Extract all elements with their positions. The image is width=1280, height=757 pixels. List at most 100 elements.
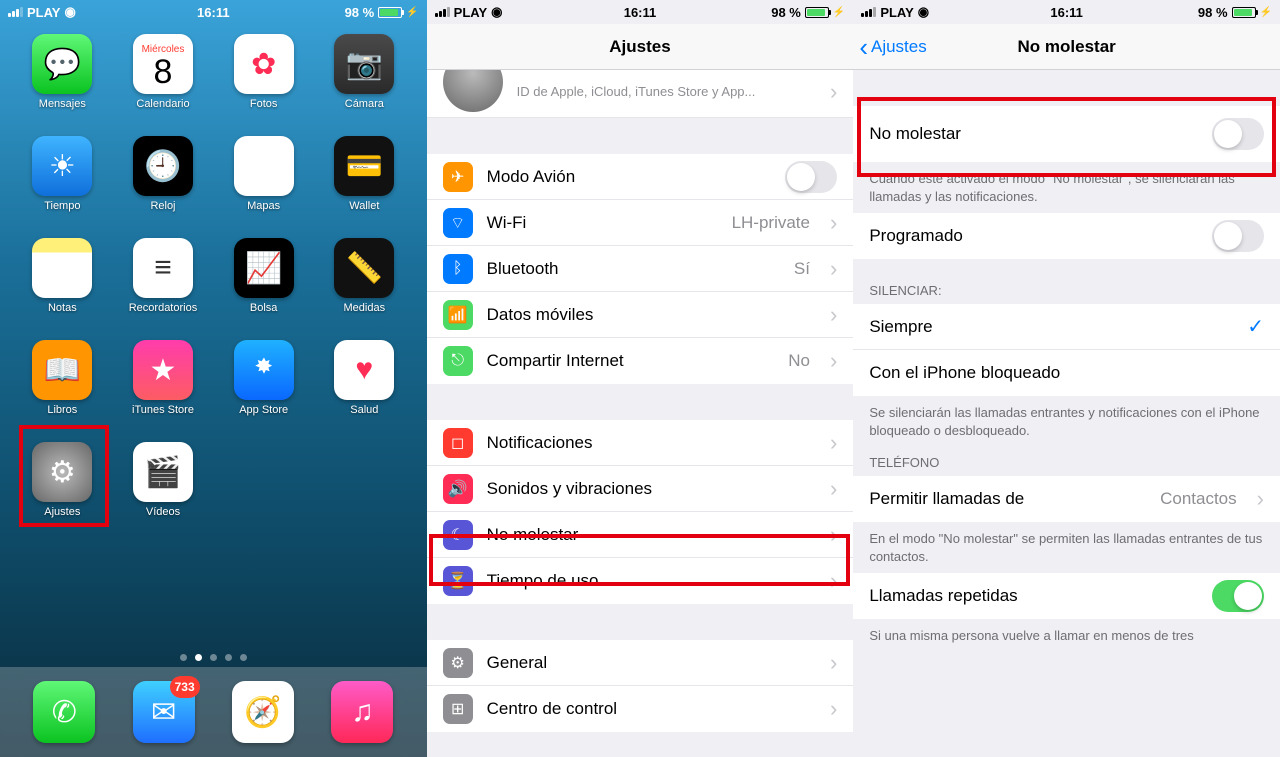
status-bar: PLAY◉ 16:11 98 %⚡ [853, 0, 1280, 24]
app-measure[interactable]: 📏Medidas [319, 238, 409, 336]
settings-screen: PLAY◉ 16:11 98 %⚡ Ajustes ID de Apple, i… [427, 0, 854, 757]
apple-id-subtitle: ID de Apple, iCloud, iTunes Store y App.… [517, 84, 810, 99]
app-clock[interactable]: 🕘Reloj [118, 136, 208, 234]
stocks-icon: 📈 [234, 238, 294, 298]
chevron-right-icon: › [830, 650, 837, 676]
row-wifi[interactable]: ⌔ Wi-Fi LH-private › [427, 200, 854, 246]
chevron-right-icon: › [830, 256, 837, 282]
battery-pct: 98 % [345, 5, 375, 20]
status-bar: PLAY ◉ 16:11 98 % ⚡ [0, 0, 427, 24]
wifi-row-icon: ⌔ [443, 208, 473, 238]
app-books[interactable]: 📖Libros [17, 340, 107, 438]
app-health[interactable]: ♥Salud [319, 340, 409, 438]
dnd-toggle[interactable] [1212, 118, 1264, 150]
row-silence-locked[interactable]: Con el iPhone bloqueado [853, 350, 1280, 396]
camera-icon: 📷 [334, 34, 394, 94]
check-icon: ✓ [1247, 314, 1264, 339]
back-button[interactable]: ‹Ajustes [859, 34, 926, 60]
chevron-right-icon: › [830, 476, 837, 502]
appstore-icon [234, 340, 294, 400]
dock-phone[interactable]: ✆ [19, 681, 109, 743]
row-bluetooth[interactable]: ᛒ Bluetooth Sí › [427, 246, 854, 292]
dock-music[interactable]: ♫ [317, 681, 407, 743]
wifi-icon: ◉ [491, 4, 502, 20]
chevron-right-icon: › [1257, 486, 1264, 512]
app-reminders[interactable]: ≡Recordatorios [118, 238, 208, 336]
app-grid: 💬Mensajes Miércoles8Calendario ✿Fotos 📷C… [0, 24, 427, 647]
app-photos[interactable]: ✿Fotos [219, 34, 309, 132]
app-weather[interactable]: ☀Tiempo [17, 136, 107, 234]
row-dnd-toggle[interactable]: No molestar [853, 106, 1280, 162]
row-apple-id[interactable]: ID de Apple, iCloud, iTunes Store y App.… [427, 70, 854, 118]
notes-icon [32, 238, 92, 298]
row-scheduled[interactable]: Programado [853, 213, 1280, 259]
control-center-icon: ⊞ [443, 694, 473, 724]
safari-icon: 🧭 [232, 681, 294, 743]
allow-footer: En el modo "No molestar" se permiten las… [853, 522, 1280, 573]
chevron-right-icon: › [830, 302, 837, 328]
row-notifications[interactable]: ◻ Notificaciones › [427, 420, 854, 466]
scheduled-toggle[interactable] [1212, 220, 1264, 252]
mail-icon: ✉733 [133, 681, 195, 743]
row-allow-calls[interactable]: Permitir llamadas de Contactos › [853, 476, 1280, 522]
row-airplane-mode[interactable]: ✈ Modo Avión [427, 154, 854, 200]
airplane-toggle[interactable] [785, 161, 837, 193]
row-screen-time[interactable]: ⏳ Tiempo de uso › [427, 558, 854, 604]
row-control-center[interactable]: ⊞ Centro de control › [427, 686, 854, 732]
mail-badge: 733 [170, 676, 200, 698]
dnd-screen: PLAY◉ 16:11 98 %⚡ ‹Ajustes No molestar N… [853, 0, 1280, 757]
chevron-right-icon: › [830, 430, 837, 456]
app-notes[interactable]: Notas [17, 238, 107, 336]
signal-icon [8, 7, 23, 17]
row-sounds[interactable]: 🔊 Sonidos y vibraciones › [427, 466, 854, 512]
row-repeated-calls[interactable]: Llamadas repetidas [853, 573, 1280, 619]
calendar-icon: Miércoles8 [133, 34, 193, 94]
chevron-right-icon: › [830, 79, 837, 105]
app-itunes[interactable]: ★iTunes Store [118, 340, 208, 438]
row-do-not-disturb[interactable]: ☾ No molestar › [427, 512, 854, 558]
notifications-icon: ◻ [443, 428, 473, 458]
page-indicator [0, 647, 427, 667]
nav-bar: Ajustes [427, 24, 854, 70]
signal-icon [435, 7, 450, 17]
chevron-left-icon: ‹ [859, 34, 868, 60]
app-stocks[interactable]: 📈Bolsa [219, 238, 309, 336]
settings-icon: ⚙ [32, 442, 92, 502]
nav-bar: ‹Ajustes No molestar [853, 24, 1280, 70]
app-maps[interactable]: 🗺Mapas [219, 136, 309, 234]
app-camera[interactable]: 📷Cámara [319, 34, 409, 132]
chevron-right-icon: › [830, 522, 837, 548]
maps-icon: 🗺 [234, 136, 294, 196]
home-screen: PLAY ◉ 16:11 98 % ⚡ 💬Mensajes Miércoles8… [0, 0, 427, 757]
chevron-right-icon: › [830, 568, 837, 594]
charging-icon: ⚡ [833, 7, 845, 18]
hourglass-icon: ⏳ [443, 566, 473, 596]
app-videos[interactable]: 🎬Vídeos [118, 442, 208, 540]
reminders-icon: ≡ [133, 238, 193, 298]
books-icon: 📖 [32, 340, 92, 400]
dock-safari[interactable]: 🧭 [218, 681, 308, 743]
app-messages[interactable]: 💬Mensajes [17, 34, 107, 132]
battery-icon [1232, 7, 1256, 18]
battery-icon [378, 7, 402, 18]
videos-icon: 🎬 [133, 442, 193, 502]
carrier-label: PLAY [27, 5, 60, 20]
repeated-toggle[interactable] [1212, 580, 1264, 612]
app-settings[interactable]: ⚙Ajustes [17, 442, 107, 540]
dock-mail[interactable]: ✉733 [119, 681, 209, 743]
row-hotspot[interactable]: ⎋ Compartir Internet No › [427, 338, 854, 384]
row-general[interactable]: ⚙ General › [427, 640, 854, 686]
sounds-icon: 🔊 [443, 474, 473, 504]
clock-icon: 🕘 [133, 136, 193, 196]
repeated-footer: Si una misma persona vuelve a llamar en … [853, 619, 1280, 653]
photos-icon: ✿ [234, 34, 294, 94]
clock-label: 16:11 [197, 5, 230, 20]
row-mobile-data[interactable]: 📶 Datos móviles › [427, 292, 854, 338]
app-calendar[interactable]: Miércoles8Calendario [118, 34, 208, 132]
nav-title: Ajustes [609, 37, 670, 57]
silence-header: SILENCIAR: [853, 259, 1280, 304]
row-silence-always[interactable]: Siempre ✓ [853, 304, 1280, 350]
chevron-right-icon: › [830, 348, 837, 374]
app-wallet[interactable]: 💳Wallet [319, 136, 409, 234]
app-appstore[interactable]: App Store [219, 340, 309, 438]
